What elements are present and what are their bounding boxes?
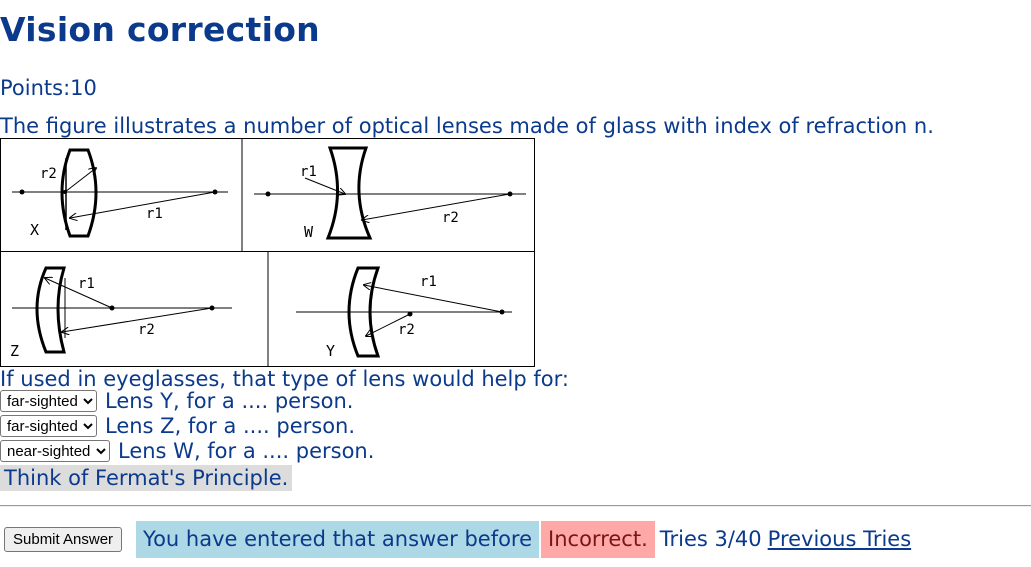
points-label: Points: <box>0 76 71 100</box>
answer-row: far-sighted Lens Y, for a .... person. <box>0 389 353 413</box>
lens-w-r2-label: r2 <box>442 210 459 226</box>
points-line: Points:10 <box>0 76 97 100</box>
answer-text: Lens Y, for a .... person. <box>105 389 354 413</box>
lens-x-r2-label: r2 <box>40 166 57 182</box>
previous-tries-link[interactable]: Previous Tries <box>768 527 912 551</box>
result-badge: Incorrect. <box>541 520 655 558</box>
lens-y-select[interactable]: far-sighted <box>0 390 97 412</box>
submission-bar: Submit Answer You have entered that answ… <box>0 520 911 558</box>
lens-w-label: W <box>304 223 314 241</box>
lens-figure-svg: r2 r1 X r1 r2 W r1 r2 Z r1 r2 Y <box>0 138 535 367</box>
divider <box>0 505 1031 507</box>
submit-answer-button[interactable]: Submit Answer <box>4 526 123 552</box>
lens-y-r2-label: r2 <box>398 322 415 338</box>
lens-z-label: Z <box>10 342 19 360</box>
page-title: Vision correction <box>0 10 320 49</box>
status-message: You have entered that answer before <box>136 520 540 558</box>
lens-y-r1-label: r1 <box>420 274 437 290</box>
lens-z-r1-label: r1 <box>78 276 95 292</box>
answer-text: Lens Z, for a .... person. <box>105 414 356 438</box>
lens-x-r1-label: r1 <box>146 206 163 222</box>
lens-y-label: Y <box>326 342 335 360</box>
answer-row: far-sighted Lens Z, for a .... person. <box>0 414 355 438</box>
question-text: If used in eyeglasses, that type of lens… <box>0 367 569 391</box>
points-value: 10 <box>70 76 97 100</box>
lens-figure: r2 r1 X r1 r2 W r1 r2 Z r1 r2 Y <box>0 138 536 372</box>
hint-text: Think of Fermat's Principle. <box>0 465 293 491</box>
answer-row: near-sighted Lens W, for a .... person. <box>0 439 374 463</box>
lens-w-r1-label: r1 <box>300 164 317 180</box>
lens-x-label: X <box>30 221 39 239</box>
answer-text: Lens W, for a .... person. <box>118 439 375 463</box>
lens-z-r2-label: r2 <box>138 322 155 338</box>
tries-count: Tries 3/40 <box>659 527 762 551</box>
problem-intro: The figure illustrates a number of optic… <box>0 114 934 138</box>
lens-w-select[interactable]: near-sighted <box>0 440 110 462</box>
lens-z-select[interactable]: far-sighted <box>0 415 97 437</box>
